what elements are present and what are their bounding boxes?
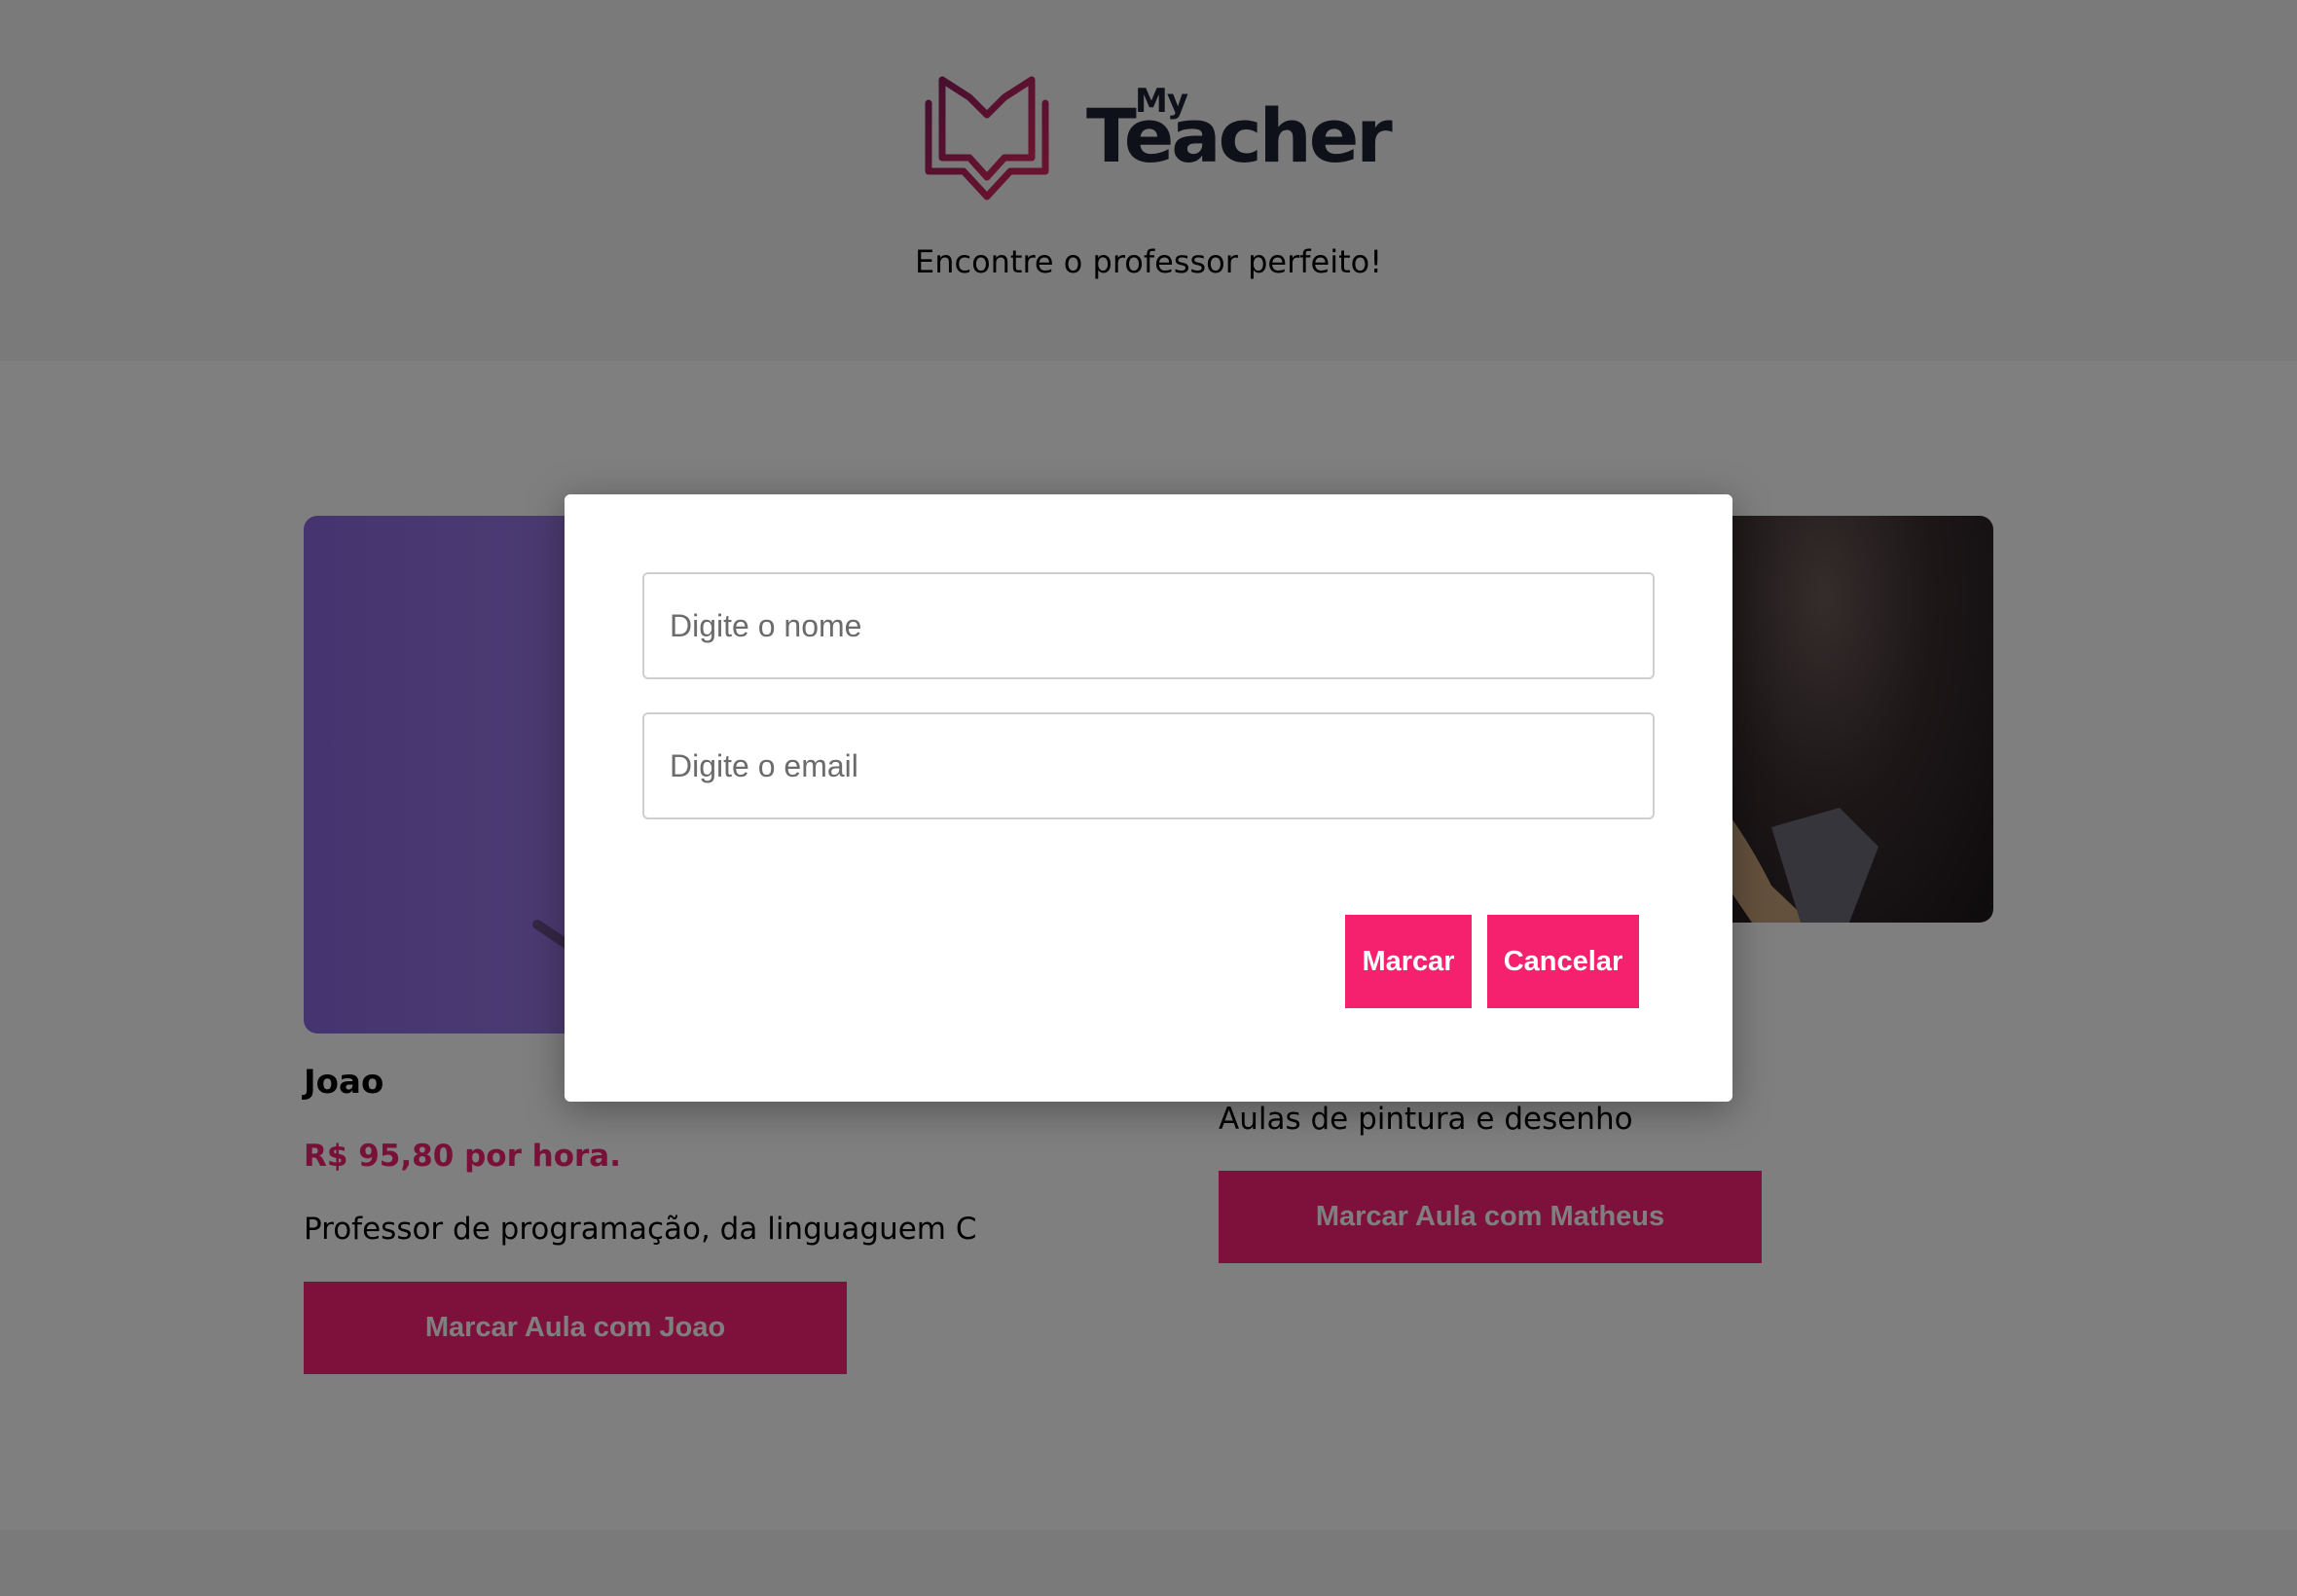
cancel-button[interactable]: Cancelar — [1487, 915, 1639, 1008]
confirm-button[interactable]: Marcar — [1345, 915, 1472, 1008]
name-input[interactable] — [642, 572, 1655, 679]
email-input[interactable] — [642, 712, 1655, 819]
booking-dialog: Marcar Cancelar — [565, 494, 1732, 1102]
